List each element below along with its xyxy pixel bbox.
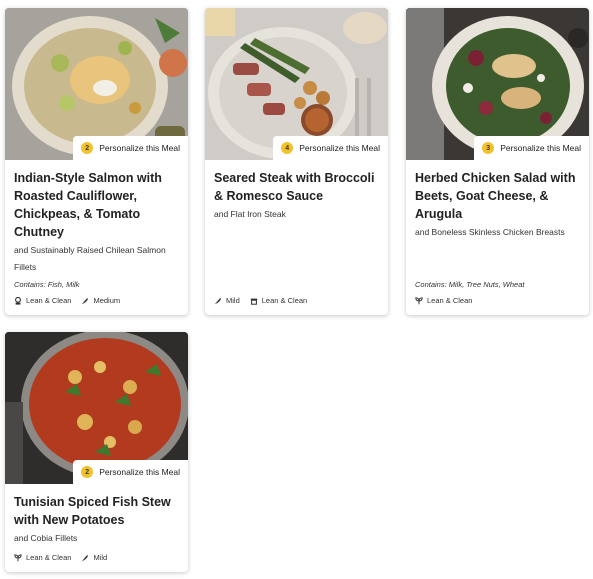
meal-tag-label: Mild [226,296,240,305]
meal-title[interactable]: Seared Steak with Broccoli & Romesco Sau… [214,169,379,205]
allergen-info: Contains: Milk, Tree Nuts, Wheat [415,280,525,289]
meal-tag: Lean & Clean [415,296,472,305]
personalize-meal-button[interactable]: 3 Personalize this Meal [474,136,589,160]
meal-title[interactable]: Indian-Style Salmon with Roasted Caulifl… [14,169,179,241]
allergen-info: Contains: Fish, Milk [14,280,80,289]
chili-pepper-icon [82,554,89,561]
personalize-count-badge: 2 [81,466,94,478]
chili-pepper-icon [214,297,221,304]
meal-photo[interactable]: 2 Personalize this Meal [5,332,188,484]
meal-tag-label: Medium [93,296,121,305]
personalize-meal-button[interactable]: 2 Personalize this Meal [73,136,188,160]
meal-card[interactable]: 4 Personalize this Meal Seared Steak wit… [205,8,388,315]
personalize-meal-button[interactable]: 4 Personalize this Meal [273,136,388,160]
leaf-sprout-icon [14,553,22,561]
meal-tag: Medium [81,296,120,305]
chili-pepper-icon [82,297,89,304]
lean-clean-icon [250,298,257,305]
meal-card[interactable]: 3 Personalize this Meal Herbed Chicken S… [406,8,589,315]
meal-tag: Mild [214,296,240,305]
meal-subtitle: and Sustainably Raised Chilean Salmon Fi… [14,245,166,272]
meal-card[interactable]: 2 Personalize this Meal Tunisian Spiced … [5,332,188,572]
meal-tag-label: Lean & Clean [427,296,473,305]
meal-subtitle: and Boneless Skinless Chicken Breasts [415,227,565,237]
meal-card[interactable]: 2 Personalize this Meal Indian-Style Sal… [5,8,188,315]
meal-tag: Mild [81,553,107,562]
lean-clean-icon [15,296,21,305]
meal-title[interactable]: Tunisian Spiced Fish Stew with New Potat… [14,493,179,529]
personalize-label: Personalize this Meal [99,143,180,153]
meal-tag-label: Lean & Clean [261,296,308,305]
meal-tags: Mild Lean & Clean [214,296,317,305]
meal-tags: Lean & Clean Mild [14,553,117,562]
personalize-meal-button[interactable]: 2 Personalize this Meal [73,460,188,484]
meal-subtitle: and Cobia Fillets [14,533,78,543]
meal-photo[interactable]: 4 Personalize this Meal [205,8,388,160]
meal-tags: Lean & Clean Medium [14,296,130,305]
meal-tag: Lean & Clean [250,296,307,305]
meal-tag-label: Mild [93,553,108,562]
meal-tag: Lean & Clean [14,553,71,562]
personalize-label: Personalize this Meal [99,467,180,477]
personalize-count-badge: 2 [81,142,94,154]
meal-photo[interactable]: 2 Personalize this Meal [5,8,188,160]
personalize-label: Personalize this Meal [299,143,380,153]
meal-subtitle: and Flat Iron Steak [214,209,286,219]
meal-photo[interactable]: 3 Personalize this Meal [406,8,589,160]
leaf-sprout-icon [415,296,423,304]
meal-tag-label: Lean & Clean [26,296,72,305]
meal-tag: Lean & Clean [14,296,71,305]
personalize-count-badge: 4 [281,142,294,154]
personalize-count-badge: 3 [482,142,495,154]
meal-tags: Lean & Clean [415,296,482,305]
meal-title[interactable]: Herbed Chicken Salad with Beets, Goat Ch… [415,169,580,223]
personalize-label: Personalize this Meal [500,143,581,153]
meal-tag-label: Lean & Clean [26,553,72,562]
